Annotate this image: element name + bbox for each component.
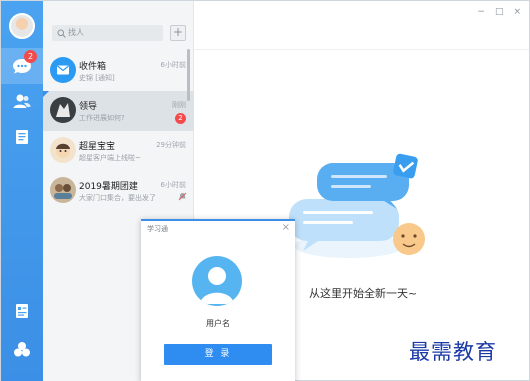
- rail-chat-button[interactable]: 2: [1, 48, 43, 84]
- mute-bell-icon: [178, 192, 187, 201]
- dialog-title: 学习通: [147, 225, 168, 233]
- login-avatar: [192, 256, 242, 306]
- add-button[interactable]: +: [170, 25, 186, 41]
- left-rail: 2: [1, 1, 43, 381]
- conversation-time: 6小时前: [160, 181, 186, 189]
- minimize-button[interactable]: −: [477, 7, 485, 17]
- header-divider: [194, 49, 529, 50]
- list-scrollbar[interactable]: [187, 49, 190, 101]
- contacts-icon: [13, 94, 31, 108]
- conversation-preview: 超星客户端上线啦~: [79, 154, 141, 162]
- welcome-text: 从这里开始全新一天~: [309, 287, 418, 300]
- rail-addressbook-button[interactable]: [10, 299, 34, 323]
- addressbook-icon: [16, 304, 28, 318]
- dialog-close-button[interactable]: ×: [282, 222, 290, 233]
- chat-bubbles-illustration: [289, 153, 425, 258]
- conversation-preview: 大家门口集合，要出发了: [79, 194, 156, 202]
- search-icon: [57, 29, 66, 38]
- window-controls: − □ ×: [477, 7, 521, 17]
- plus-icon: +: [172, 25, 184, 39]
- chat-unread-badge: 2: [24, 50, 37, 63]
- conversation-item-leader[interactable]: 领导 工作进展如何? 刚刚 2: [43, 91, 194, 131]
- search-placeholder: 找人: [68, 28, 84, 37]
- rail-apps-button[interactable]: [10, 337, 34, 361]
- rail-notes-button[interactable]: [10, 125, 34, 149]
- pinned-marker: [43, 91, 49, 97]
- chaoxing-baby-avatar: [50, 137, 76, 163]
- conversation-name: 超星宝宝: [79, 142, 116, 152]
- conversation-preview: 工作进展如何?: [79, 114, 125, 122]
- conversation-item-chaoxing-baby[interactable]: 超星宝宝 超星客户端上线啦~ 29分钟前: [43, 131, 194, 171]
- conversation-time: 刚刚: [172, 101, 186, 109]
- unread-badge: 2: [175, 113, 186, 124]
- conversation-item-team-building[interactable]: 2019暑期团建 大家门口集合，要出发了 6小时前: [43, 171, 194, 211]
- cartoon-avatar-image: [56, 143, 70, 158]
- group-avatar: [50, 177, 76, 203]
- leader-avatar-image: [56, 103, 70, 117]
- watermark-text: 最需教育: [409, 340, 497, 364]
- conversation-item-inbox[interactable]: 收件箱 史锦 [通知] 6小时前: [43, 51, 194, 91]
- conversation-time: 29分钟前: [156, 141, 186, 149]
- username-label: 用户名: [206, 319, 230, 328]
- app-window: 2 找人 + 收件箱 史锦 [通知] 6小时前 领导 工作进展如何? 刚刚 2 …: [0, 0, 530, 381]
- apps-icon: [14, 342, 30, 357]
- close-button[interactable]: ×: [513, 7, 521, 17]
- maximize-button[interactable]: □: [495, 7, 504, 17]
- envelope-icon: [57, 65, 69, 75]
- search-input[interactable]: 找人: [52, 25, 163, 41]
- notes-icon: [16, 130, 28, 144]
- conversation-name: 2019暑期团建: [79, 182, 138, 192]
- user-avatar[interactable]: [9, 13, 35, 39]
- conversation-name: 收件箱: [79, 62, 107, 72]
- group-avatar-image: [54, 184, 72, 199]
- default-user-icon: [200, 267, 234, 304]
- conversation-preview: 史锦 [通知]: [79, 74, 115, 82]
- login-dialog: 学习通 × 用户名 登 录: [141, 219, 295, 381]
- conversation-time: 6小时前: [160, 61, 186, 69]
- conversation-name: 领导: [79, 102, 98, 112]
- login-button[interactable]: 登 录: [164, 344, 272, 365]
- rail-contacts-button[interactable]: [10, 89, 34, 113]
- leader-avatar: [50, 97, 76, 123]
- inbox-avatar: [50, 57, 76, 83]
